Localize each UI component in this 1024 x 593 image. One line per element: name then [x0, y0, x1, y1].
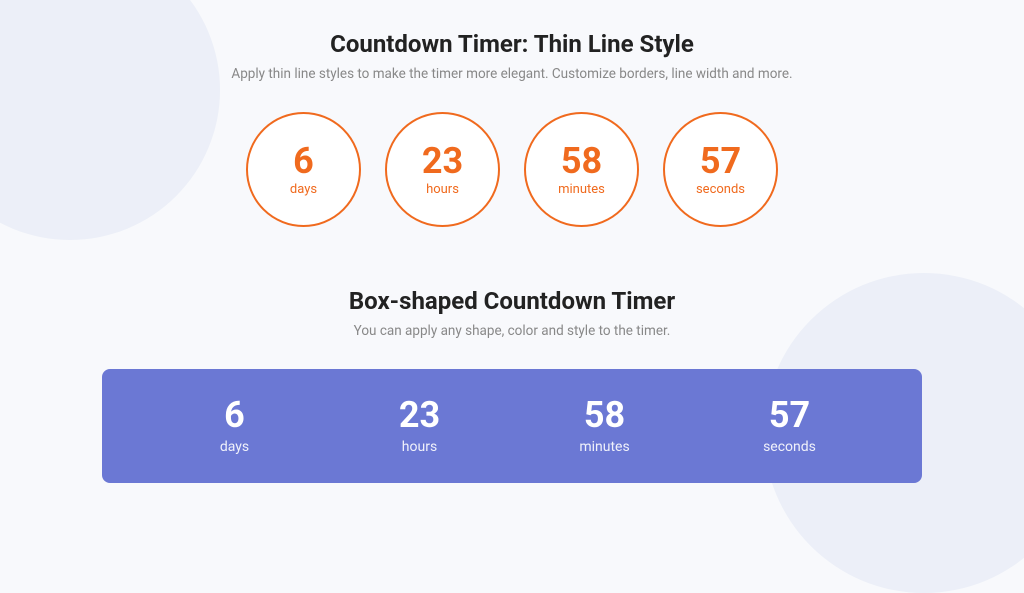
box-minutes-value: 58: [584, 397, 625, 433]
thin-line-subtitle: Apply thin line styles to make the timer…: [102, 66, 922, 82]
box-timer: 6 days 23 hours 58 minutes 57 seconds: [102, 369, 922, 483]
thin-line-title: Countdown Timer: Thin Line Style: [102, 30, 922, 58]
box-shape-title: Box-shaped Countdown Timer: [102, 287, 922, 315]
box-seconds: 57 seconds: [697, 397, 882, 455]
box-minutes: 58 minutes: [512, 397, 697, 455]
circle-seconds-label: seconds: [696, 182, 745, 197]
box-shape-section: Box-shaped Countdown Timer You can apply…: [102, 287, 922, 483]
circle-hours-label: hours: [426, 182, 459, 197]
box-seconds-value: 57: [769, 397, 810, 433]
box-days-label: days: [220, 439, 249, 455]
circle-minutes: 58 minutes: [524, 112, 639, 227]
circle-seconds: 57 seconds: [663, 112, 778, 227]
circle-days: 6 days: [246, 112, 361, 227]
box-seconds-label: seconds: [763, 439, 816, 455]
box-shape-subtitle: You can apply any shape, color and style…: [102, 323, 922, 339]
box-minutes-label: minutes: [579, 439, 629, 455]
thin-line-section: Countdown Timer: Thin Line Style Apply t…: [102, 30, 922, 277]
circle-minutes-label: minutes: [558, 182, 605, 197]
circle-minutes-value: 58: [561, 143, 602, 179]
box-hours-label: hours: [402, 439, 437, 455]
box-hours: 23 hours: [327, 397, 512, 455]
circle-hours-value: 23: [422, 143, 463, 179]
circle-days-label: days: [290, 182, 317, 197]
circle-days-value: 6: [293, 143, 314, 179]
thin-line-timer: 6 days 23 hours 58 minutes 57 seconds: [102, 112, 922, 227]
circle-hours: 23 hours: [385, 112, 500, 227]
box-hours-value: 23: [399, 397, 440, 433]
circle-seconds-value: 57: [700, 143, 741, 179]
box-days: 6 days: [142, 397, 327, 455]
box-days-value: 6: [224, 397, 245, 433]
